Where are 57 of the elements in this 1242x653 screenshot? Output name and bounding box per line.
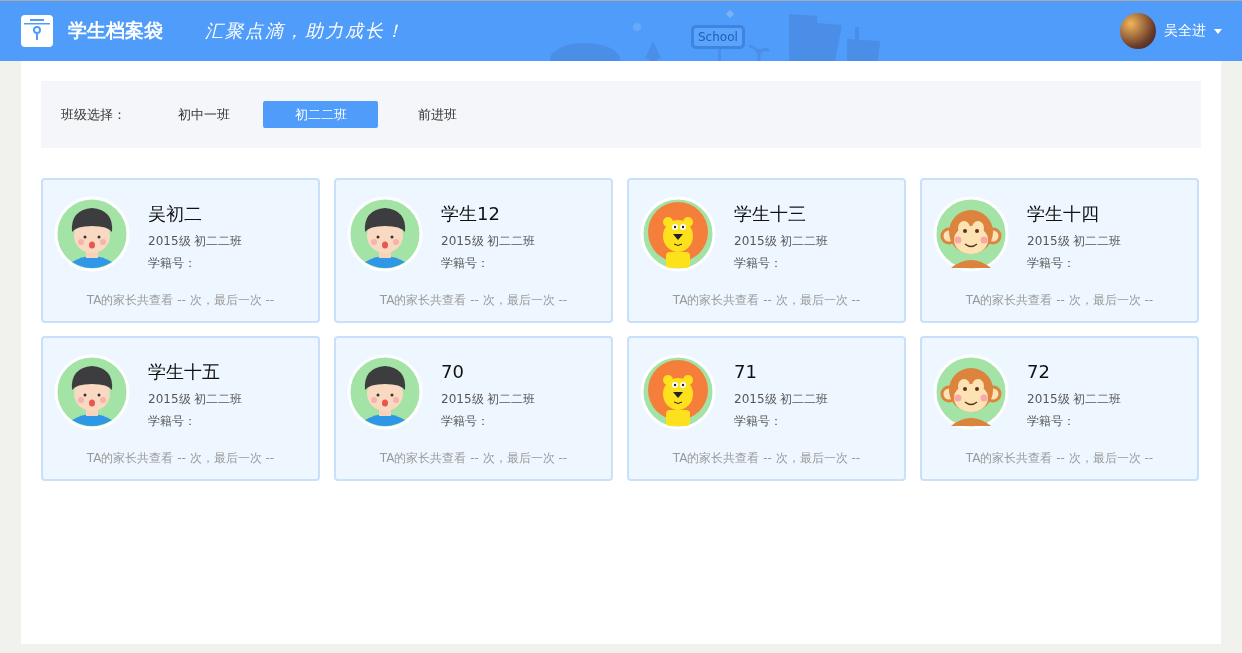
view-stats: TA的家长共查看 -- 次，最后一次 --	[671, 450, 862, 467]
view-stats: TA的家长共查看 -- 次，最后一次 --	[671, 292, 862, 309]
student-card[interactable]: 学生12 2015级 初二二班 学籍号： TA的家长共查看 -- 次，最后一次 --	[334, 178, 613, 323]
student-class: 2015级 初二二班	[441, 233, 536, 250]
student-name: 吴初二	[148, 202, 203, 226]
student-class: 2015级 初二二班	[734, 391, 829, 408]
view-stats: TA的家长共查看 -- 次，最后一次 --	[964, 450, 1155, 467]
student-name: 学生十五	[148, 360, 221, 384]
student-class: 2015级 初二二班	[148, 391, 243, 408]
student-id: 学籍号：	[148, 255, 197, 272]
school-sign: School	[691, 25, 745, 49]
view-stats: TA的家长共查看 -- 次，最后一次 --	[85, 292, 276, 309]
lion-avatar-icon	[640, 354, 716, 430]
student-name: 71	[734, 360, 758, 384]
class-tab[interactable]: 前进班	[380, 101, 495, 128]
student-name: 学生十四	[1027, 202, 1100, 226]
app-title: 学生档案袋	[68, 18, 163, 43]
monkey-avatar-icon	[933, 354, 1009, 430]
filter-label: 班级选择：	[61, 105, 126, 124]
boy-avatar-icon	[347, 196, 423, 272]
slogan: 汇聚点滴，助力成长！	[205, 19, 405, 43]
monkey-avatar-icon	[933, 196, 1009, 272]
student-card[interactable]: 72 2015级 初二二班 学籍号： TA的家长共查看 -- 次，最后一次 --	[920, 336, 1199, 481]
student-card[interactable]: 71 2015级 初二二班 学籍号： TA的家长共查看 -- 次，最后一次 --	[627, 336, 906, 481]
folder-logo-icon	[21, 15, 53, 47]
boy-avatar-icon	[54, 354, 130, 430]
student-id: 学籍号：	[1027, 413, 1076, 430]
student-id: 学籍号：	[441, 255, 490, 272]
student-card[interactable]: 学生十四 2015级 初二二班 学籍号： TA的家长共查看 -- 次，最后一次 --	[920, 178, 1199, 323]
view-stats: TA的家长共查看 -- 次，最后一次 --	[378, 292, 569, 309]
student-class: 2015级 初二二班	[734, 233, 829, 250]
student-name: 学生12	[441, 202, 501, 226]
student-id: 学籍号：	[734, 413, 783, 430]
boy-avatar-icon	[347, 354, 423, 430]
student-name: 70	[441, 360, 465, 384]
student-card[interactable]: 学生十五 2015级 初二二班 学籍号： TA的家长共查看 -- 次，最后一次 --	[41, 336, 320, 481]
student-id: 学籍号：	[734, 255, 783, 272]
view-stats: TA的家长共查看 -- 次，最后一次 --	[378, 450, 569, 467]
student-class: 2015级 初二二班	[148, 233, 243, 250]
student-class: 2015级 初二二班	[441, 391, 536, 408]
boy-avatar-icon	[54, 196, 130, 272]
student-class: 2015级 初二二班	[1027, 233, 1122, 250]
student-card[interactable]: 学生十三 2015级 初二二班 学籍号： TA的家长共查看 -- 次，最后一次 --	[627, 178, 906, 323]
view-stats: TA的家长共查看 -- 次，最后一次 --	[85, 450, 276, 467]
student-card[interactable]: 吴初二 2015级 初二二班 学籍号： TA的家长共查看 -- 次，最后一次 --	[41, 178, 320, 323]
class-tab[interactable]: 初中一班	[146, 101, 261, 128]
student-id: 学籍号：	[148, 413, 197, 430]
student-name: 72	[1027, 360, 1051, 384]
student-class: 2015级 初二二班	[1027, 391, 1122, 408]
student-name: 学生十三	[734, 202, 807, 226]
student-id: 学籍号：	[441, 413, 490, 430]
view-stats: TA的家长共查看 -- 次，最后一次 --	[964, 292, 1155, 309]
student-id: 学籍号：	[1027, 255, 1076, 272]
caret-icon[interactable]	[1214, 28, 1222, 34]
lion-avatar-icon	[640, 196, 716, 272]
user-avatar[interactable]	[1120, 13, 1156, 49]
student-card[interactable]: 70 2015级 初二二班 学籍号： TA的家长共查看 -- 次，最后一次 --	[334, 336, 613, 481]
